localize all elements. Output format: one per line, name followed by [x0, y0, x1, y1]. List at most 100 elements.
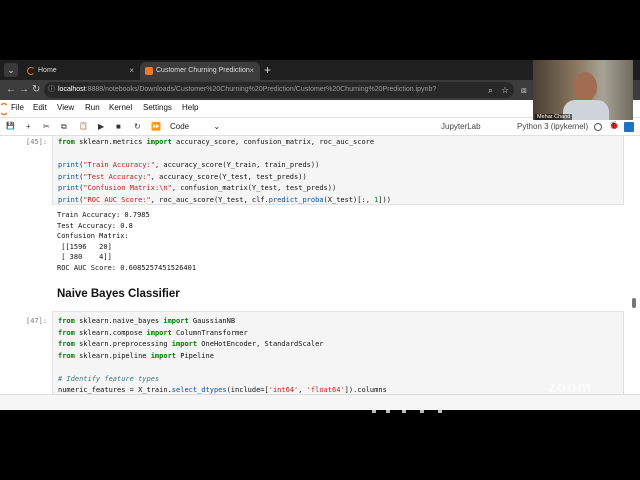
code-token: (X_test)[:, — [323, 195, 375, 204]
back-icon[interactable]: ← — [6, 83, 16, 97]
notebook-panel[interactable]: [45]: from sklearn.metrics import accura… — [0, 136, 640, 394]
chevron-down-icon: ⌄ — [213, 122, 221, 131]
code-token: "Test Accuracy:" — [83, 172, 151, 181]
code-line: print("Test Accuracy:", accuracy_score(Y… — [58, 172, 391, 184]
code-token: predict_proba — [268, 195, 324, 204]
code-token: ]).columns — [344, 386, 387, 394]
code-line: print("Train Accuracy:", accuracy_score(… — [58, 160, 391, 172]
restart-icon[interactable]: ↻ — [134, 121, 141, 133]
participant-name: Mehar Chand — [535, 114, 573, 120]
run-icon[interactable]: ▶ — [98, 121, 104, 133]
menu-file[interactable]: File — [11, 103, 24, 112]
code-token: import — [163, 317, 189, 325]
menu-run[interactable]: Run — [85, 103, 100, 112]
output-line: Test Accuracy: 0.8 — [57, 221, 133, 230]
close-tab-icon[interactable]: × — [129, 62, 134, 80]
debugger-icon[interactable]: 🐞 — [609, 121, 619, 130]
save-icon[interactable]: 💾 — [6, 121, 15, 133]
taskbar-indicators — [372, 410, 462, 414]
code-token: from — [58, 317, 75, 325]
code-token: 'int64' — [268, 386, 299, 394]
code-token: from — [58, 328, 75, 337]
code-cell-45[interactable]: from sklearn.metrics import accuracy_sco… — [52, 136, 624, 205]
reload-icon[interactable]: ↻ — [32, 83, 40, 97]
new-tab-icon[interactable]: + — [264, 62, 271, 78]
run-all-icon[interactable]: ⏩ — [151, 121, 161, 133]
code-token: GaussianNB — [188, 317, 236, 325]
code-token: OneHotEncoder, StandardScaler — [197, 340, 324, 348]
screen: ⌄ Home × Customer Churning Prediction × … — [0, 0, 640, 480]
site-info-icon[interactable]: ⓘ — [48, 82, 55, 98]
cell-prompt: [47]: — [26, 317, 48, 325]
code-line: from sklearn.metrics import accuracy_sco… — [58, 137, 391, 149]
extensions-icon[interactable]: ⧈ — [521, 83, 527, 97]
jupyterlab-switch[interactable]: JupyterLab — [441, 121, 481, 133]
code-token: sklearn.naive_bayes — [74, 317, 164, 325]
close-tab-icon[interactable]: × — [249, 62, 254, 80]
code-token: , confusion_matrix(Y_test, test_preds)) — [171, 184, 337, 192]
menu-view[interactable]: View — [57, 103, 74, 112]
stop-icon[interactable]: ■ — [116, 121, 121, 133]
code-line: from sklearn.pipeline import Pipeline — [58, 351, 387, 363]
tab-notebook[interactable]: Customer Churning Prediction × — [140, 62, 260, 80]
code-token: sklearn.pipeline — [74, 351, 151, 360]
code-token: from — [58, 351, 75, 360]
code-token: import — [150, 351, 177, 360]
code-token: accuracy_score, confusion_matrix, roc_au… — [171, 138, 375, 146]
code-line: from sklearn.compose import ColumnTransf… — [58, 328, 387, 340]
cell-output: Train Accuracy: 0.7985 Test Accuracy: 0.8… — [57, 210, 196, 274]
url-host: localhost — [58, 86, 86, 93]
code-token: select_dtypes — [171, 386, 227, 394]
taskbar-mark — [372, 410, 376, 413]
code-token: sklearn.metrics — [74, 138, 147, 146]
code-token: sklearn.preprocessing — [74, 340, 172, 348]
jupyter-favicon-icon — [27, 67, 35, 75]
code-token: print — [58, 172, 80, 181]
output-line: ROC AUC Score: 0.6085257451526401 — [57, 263, 197, 272]
kernel-name[interactable]: Python 3 (ipykernel) — [517, 121, 588, 133]
tab-home[interactable]: Home × — [22, 62, 140, 80]
forward-icon[interactable]: → — [19, 83, 29, 97]
output-line: [ 380 4]] — [57, 253, 112, 262]
code-token: print — [58, 195, 80, 204]
menu-help[interactable]: Help — [182, 103, 198, 112]
code-cell-47[interactable]: from sklearn.naive_bayes import Gaussian… — [52, 311, 624, 394]
code-token: , accuracy_score(Y_test, test_preds)) — [150, 172, 307, 181]
menu-settings[interactable]: Settings — [143, 103, 172, 112]
code-line: numeric_features = X_train.select_dtypes… — [58, 385, 387, 394]
participant-head — [573, 72, 597, 102]
menu-kernel[interactable]: Kernel — [109, 103, 132, 112]
scrollbar-thumb[interactable] — [632, 298, 636, 308]
add-cell-icon[interactable]: + — [26, 121, 31, 133]
output-line: Train Accuracy: 0.7985 — [57, 211, 150, 219]
code-token: ])) — [378, 195, 391, 204]
participant-video — [533, 60, 633, 120]
menu-edit[interactable]: Edit — [33, 103, 47, 112]
url-input[interactable]: ⓘ localhost:8888/notebooks/Downloads/Cust… — [44, 82, 514, 98]
code-editor[interactable]: from sklearn.naive_bayes import Gaussian… — [58, 316, 387, 394]
code-line: from sklearn.preprocessing import OneHot… — [58, 339, 387, 351]
code-line: print("ROC AUC Score:", roc_auc_score(Y_… — [58, 195, 391, 207]
copy-icon[interactable]: ⧉ — [61, 121, 67, 133]
bookmark-star-icon[interactable]: ☆ — [501, 83, 509, 97]
paste-icon[interactable]: 📋 — [79, 121, 88, 133]
notebook-favicon-icon — [145, 67, 153, 75]
code-token: "Confusion Matrix:\n" — [83, 184, 172, 192]
zoom-lens-icon[interactable]: ⌕ — [488, 83, 493, 97]
taskbar-mark — [386, 410, 390, 413]
output-line: Confusion Matrix: — [57, 232, 129, 241]
cut-icon[interactable]: ✂ — [43, 121, 50, 133]
code-token: "Train Accuracy:" — [83, 161, 155, 169]
zoom-watermark: zoom — [548, 379, 592, 396]
property-inspector-icon[interactable] — [624, 122, 634, 132]
code-token: print — [58, 161, 80, 169]
tab-search-icon[interactable]: ⌄ — [4, 63, 18, 77]
code-token: ColumnTransformer — [171, 328, 248, 337]
cell-type-select[interactable]: Code ⌄ — [170, 121, 220, 133]
code-token: from — [58, 138, 75, 146]
code-line: from sklearn.naive_bayes import Gaussian… — [58, 316, 387, 328]
code-editor[interactable]: from sklearn.metrics import accuracy_sco… — [58, 137, 391, 206]
output-line: [[1596 20] — [57, 242, 112, 251]
